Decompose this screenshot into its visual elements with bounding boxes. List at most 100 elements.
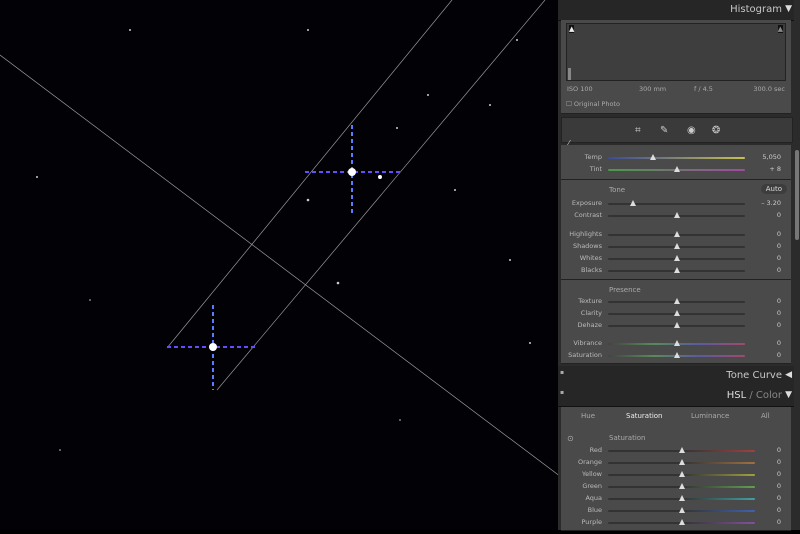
exposure-slider[interactable]	[608, 203, 745, 205]
tone-curve-header[interactable]: ▪ Tone Curve ◀	[558, 366, 794, 387]
slider-value[interactable]: 0	[777, 494, 781, 502]
collapse-icon: ▼	[785, 390, 792, 400]
histogram-bar	[568, 68, 571, 80]
slider-thumb[interactable]	[678, 495, 685, 501]
tone-title: Tone	[609, 186, 626, 194]
slider-label: Whites	[579, 254, 602, 262]
slider-thumb[interactable]	[673, 352, 680, 358]
slider-thumb[interactable]	[673, 255, 680, 261]
slider-thumb[interactable]	[673, 310, 680, 316]
slider-thumb[interactable]	[678, 519, 685, 525]
slider-label: Tint	[589, 165, 602, 173]
tone-curve-title: Tone Curve	[726, 370, 782, 381]
original-photo-checkbox[interactable]: ☐ Original Photo	[566, 100, 620, 108]
collapse-icon: ▼	[785, 4, 792, 14]
focal-readout: 300 mm	[639, 85, 667, 93]
slider-label: Purple	[581, 518, 602, 526]
develop-panel: Histogram ▼ ▲ ▲ ISO 100 300 mm f / 4.5 30…	[558, 0, 800, 531]
slider-value[interactable]: 0	[777, 297, 781, 305]
slider-thumb[interactable]	[673, 340, 680, 346]
star-flare	[167, 305, 255, 390]
stars	[36, 29, 531, 451]
slider-label: Blue	[587, 506, 602, 514]
slider-thumb[interactable]	[673, 322, 680, 328]
slider-label: Orange	[577, 458, 602, 466]
slider-thumb[interactable]	[673, 231, 680, 237]
photo-canvas[interactable]	[0, 0, 566, 530]
histogram-graph: ▲ ▲	[566, 23, 786, 81]
slider-thumb[interactable]	[673, 298, 680, 304]
tab-hue[interactable]: Hue	[581, 412, 595, 420]
guide-line	[0, 54, 566, 481]
slider-value[interactable]: 0	[777, 230, 781, 238]
highlight-clipping-icon[interactable]: ▲	[777, 25, 783, 33]
slider-value[interactable]: 0	[777, 482, 781, 490]
shutter-readout: 300.0 sec	[753, 85, 785, 93]
tab-saturation[interactable]: Saturation	[626, 412, 663, 420]
target-adjust-icon[interactable]: ⊙	[567, 434, 574, 443]
slider-label: Saturation	[568, 351, 602, 359]
slider-label: Yellow	[581, 470, 602, 478]
slider-value[interactable]: 0	[777, 254, 781, 262]
slider-value[interactable]: 0	[777, 470, 781, 478]
slider-thumb[interactable]	[678, 471, 685, 477]
slider-value[interactable]: 0	[777, 446, 781, 454]
hsl-header[interactable]: ▪ HSL / Color ▼	[558, 386, 794, 407]
slider-thumb[interactable]	[673, 243, 680, 249]
slider-thumb[interactable]	[678, 447, 685, 453]
crop-icon[interactable]: ⌗	[635, 125, 641, 136]
slider-value[interactable]: 0	[777, 458, 781, 466]
slider-value[interactable]: + 8	[769, 165, 781, 173]
guide-line	[216, 0, 546, 391]
slider-label: Dehaze	[577, 321, 602, 329]
slider-value[interactable]: 0	[777, 266, 781, 274]
slider-label: Blacks	[581, 266, 602, 274]
slider-label: Green	[582, 482, 602, 490]
hsl-title: HSL	[726, 390, 747, 401]
slider-thumb[interactable]	[673, 267, 680, 273]
slider-value[interactable]: 0	[777, 518, 781, 526]
toggle-icon[interactable]: ▪	[560, 389, 564, 396]
slider-thumb[interactable]	[650, 154, 657, 160]
slider-thumb[interactable]	[673, 166, 680, 172]
histogram-header[interactable]: Histogram ▼	[558, 0, 794, 21]
tool-strip: ⌗ ✎ ◉ ❂	[561, 117, 793, 143]
white-balance-section	[561, 145, 791, 180]
temp-slider[interactable]	[608, 157, 745, 159]
slider-value[interactable]: 0	[777, 309, 781, 317]
slider-thumb[interactable]	[678, 507, 685, 513]
healing-icon[interactable]: ✎	[660, 125, 668, 136]
slider-value[interactable]: 0	[777, 351, 781, 359]
photo-image	[0, 0, 566, 481]
slider-label: Temp	[584, 153, 602, 161]
tab-all[interactable]: All	[761, 412, 770, 420]
tab-luminance[interactable]: Luminance	[691, 412, 729, 420]
slider-thumb[interactable]	[678, 459, 685, 465]
presence-title: Presence	[609, 286, 641, 294]
slider-value[interactable]: 0	[777, 242, 781, 250]
auto-button[interactable]: Auto	[760, 184, 787, 194]
slider-value[interactable]: 0	[777, 321, 781, 329]
slider-thumb[interactable]	[629, 200, 636, 206]
histogram-section: ▲ ▲ ISO 100 300 mm f / 4.5 300.0 sec ☐ O…	[561, 20, 791, 114]
panel-scrollbar[interactable]	[795, 150, 799, 240]
slider-label: Texture	[578, 297, 602, 305]
slider-value[interactable]: 5,050	[762, 153, 781, 161]
slider-value[interactable]: – 3.20	[761, 199, 781, 207]
slider-label: Red	[589, 446, 602, 454]
red-eye-icon[interactable]: ◉	[687, 125, 696, 136]
shadow-clipping-icon[interactable]: ▲	[569, 25, 575, 33]
slider-thumb[interactable]	[678, 483, 685, 489]
star-flare	[305, 125, 400, 215]
mask-icon[interactable]: ❂	[712, 125, 720, 136]
original-photo-label: Original Photo	[573, 100, 620, 108]
slider-label: Shadows	[572, 242, 602, 250]
toggle-icon[interactable]: ▪	[560, 369, 564, 376]
histogram-title: Histogram	[730, 4, 782, 15]
slider-value[interactable]: 0	[777, 506, 781, 514]
slider-value[interactable]: 0	[777, 339, 781, 347]
slider-thumb[interactable]	[673, 212, 680, 218]
slider-value[interactable]: 0	[777, 211, 781, 219]
aperture-readout: f / 4.5	[694, 85, 713, 93]
expand-icon: ◀	[785, 370, 792, 380]
